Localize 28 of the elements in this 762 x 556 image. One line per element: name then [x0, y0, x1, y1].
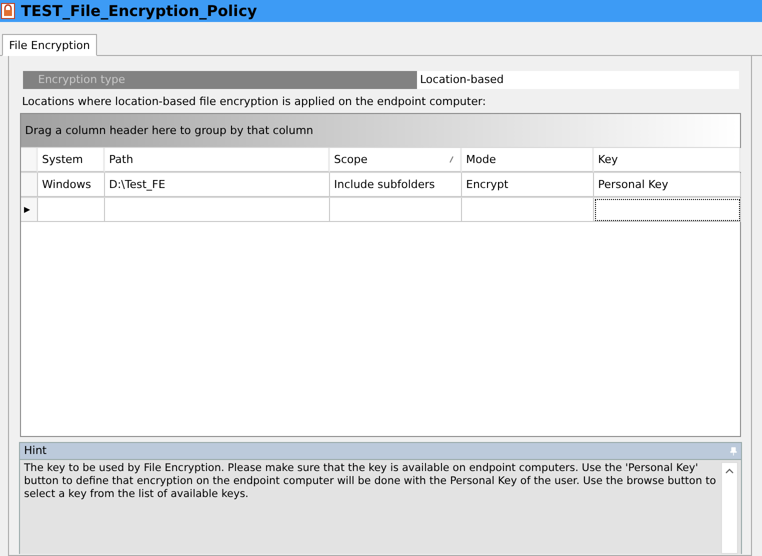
row-indicator: ▶ [21, 198, 38, 222]
description-text: Locations where location-based file encryption is applied on the endpoint computer: [22, 95, 487, 108]
table-cell: D:\Test_FE [105, 173, 330, 197]
row-header[interactable] [21, 173, 38, 197]
table-cell: Windows [38, 173, 105, 197]
hint-title: Hint [24, 443, 47, 459]
scrollbar[interactable] [721, 462, 738, 554]
scroll-up-icon[interactable] [725, 468, 734, 474]
column-header[interactable]: System [38, 148, 105, 172]
column-header[interactable]: Key [594, 148, 741, 172]
table-cell: Personal Key [594, 173, 741, 197]
new-row-cell[interactable] [105, 198, 330, 222]
table-cell: Encrypt [462, 173, 594, 197]
encryption-type-field[interactable]: Location-based [417, 71, 739, 89]
hint-text: The key to be used by File Encryption. Please make sure that the key is available on endpoint computers. Use the 'Personal Key' button to define that encryption on the endpoint computer will be done with the Personal Key of the user. Use the browse button to select a key from the list of available keys. [23, 461, 718, 502]
tab[interactable]: File Encryption [2, 34, 97, 56]
column-header[interactable]: Path [105, 148, 330, 172]
pin-icon[interactable] [730, 446, 737, 456]
new-row-cell[interactable] [38, 198, 105, 222]
lock-icon [1, 3, 15, 19]
new-row-cell[interactable] [330, 198, 462, 222]
new-row-cell[interactable] [594, 198, 741, 222]
column-header[interactable]: Scope [330, 148, 462, 172]
column-header[interactable]: Mode [462, 148, 594, 172]
new-row-cell[interactable] [462, 198, 594, 222]
table-cell: Include subfolders [330, 173, 462, 197]
window-title: TEST_File_Encryption_Policy [21, 2, 257, 20]
field-label: Encryption type [23, 71, 417, 89]
